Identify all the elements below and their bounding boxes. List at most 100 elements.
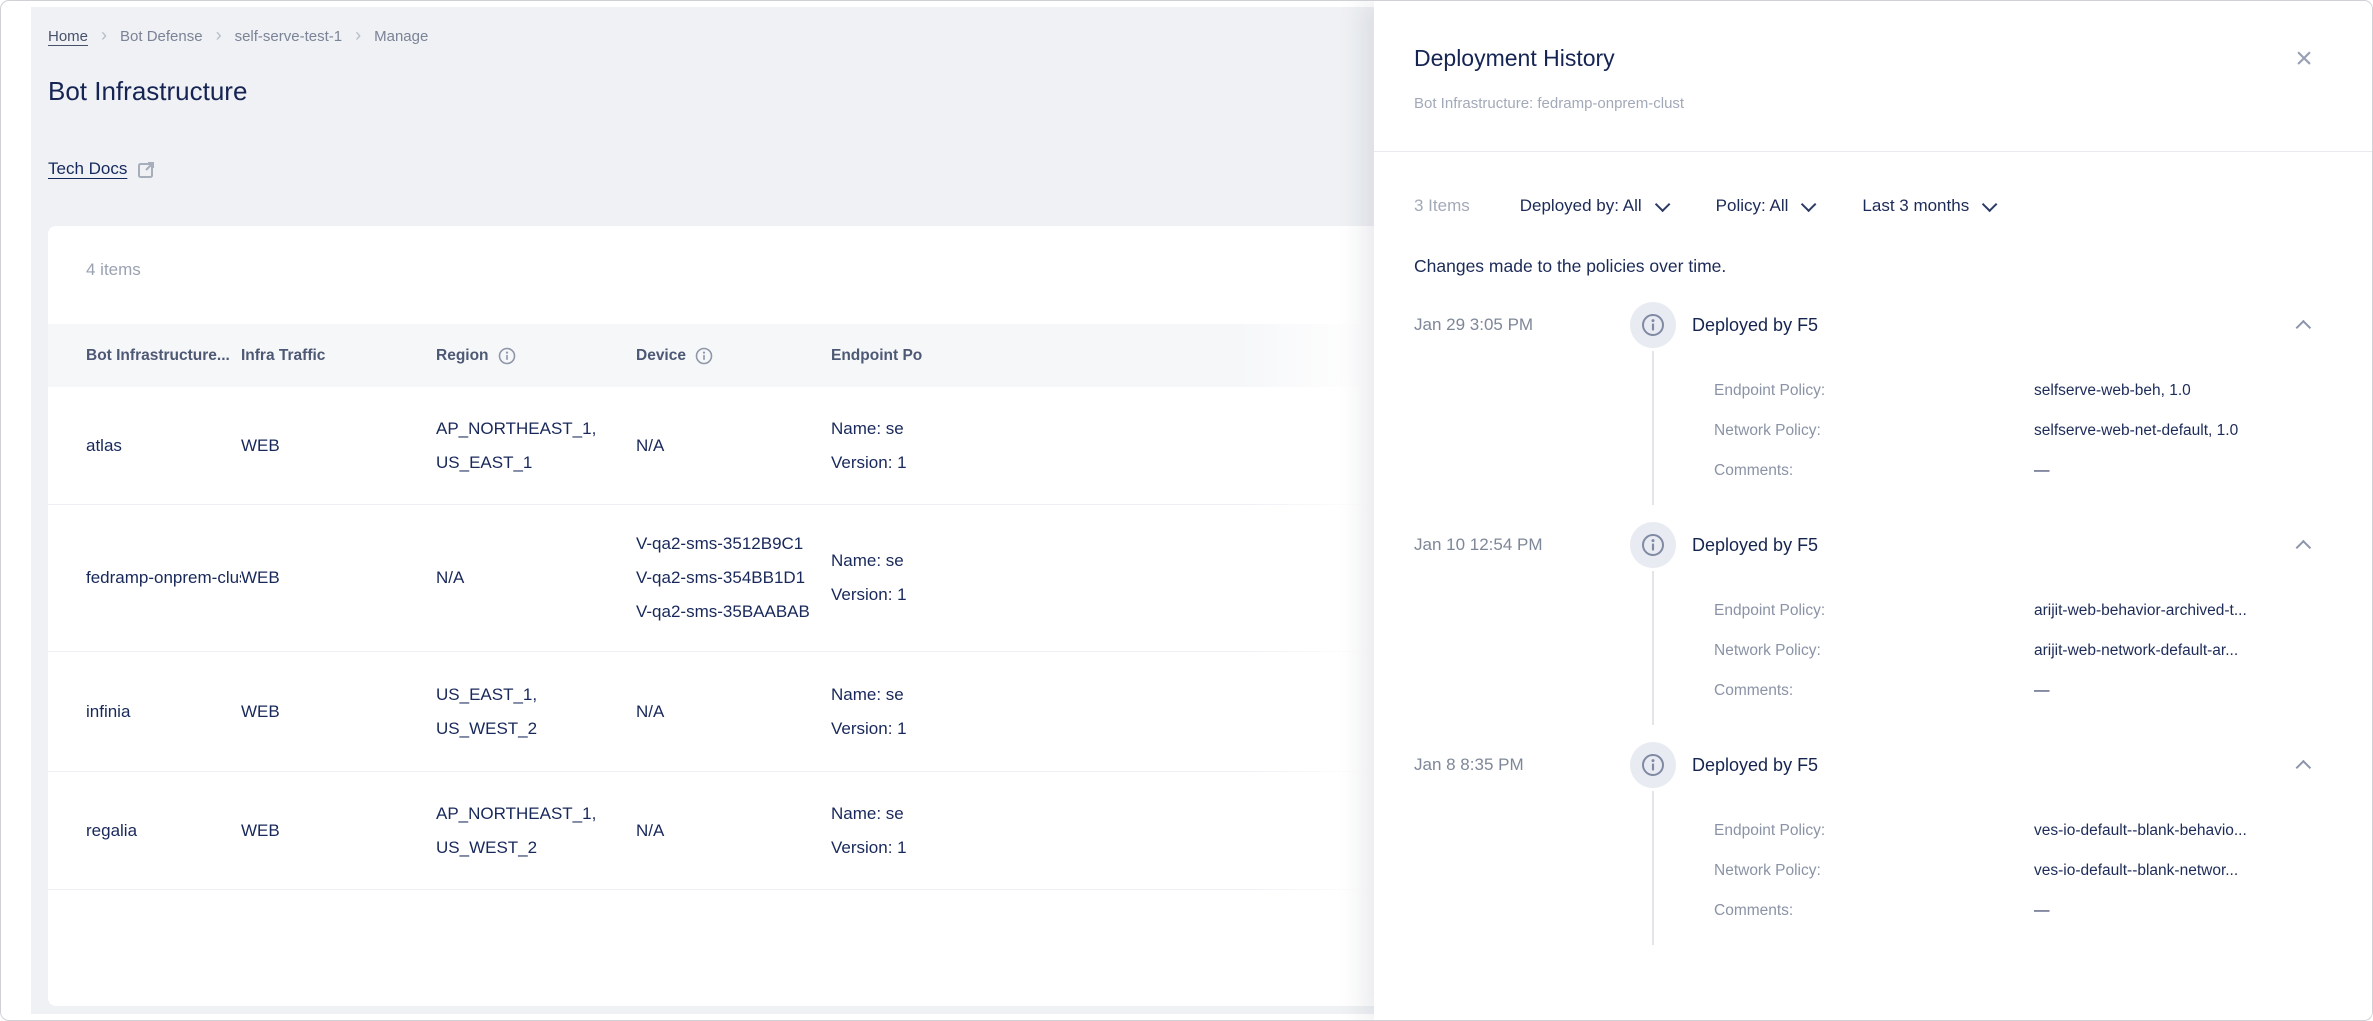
breadcrumb-home[interactable]: Home [48, 28, 88, 45]
breadcrumb: Home › Bot Defense › self-serve-test-1 ›… [48, 27, 428, 45]
cell-device: V-qa2-sms-3512B9C1 V-qa2-sms-354BB1D1 V-… [636, 527, 831, 629]
panel-description: Changes made to the policies over time. [1414, 256, 2332, 277]
info-circle-icon[interactable] [1630, 742, 1676, 788]
timeline-timestamp: Jan 10 12:54 PM [1414, 535, 1630, 555]
detail-label: Network Policy: [1714, 642, 2034, 660]
info-circle-icon[interactable] [1630, 302, 1676, 348]
detail-label: Network Policy: [1714, 862, 2034, 880]
timeline-entry: Jan 29 3:05 PM Deployed by F5 [1414, 291, 2332, 511]
tech-docs-link[interactable]: Tech Docs [48, 159, 127, 179]
breadcrumb-bot-defense[interactable]: Bot Defense [120, 28, 203, 45]
detail-row-endpoint-policy: Endpoint Policy: arijit-web-behavior-arc… [1714, 591, 2332, 631]
timeline-connector [1652, 571, 1654, 725]
cell-device: N/A [636, 695, 831, 729]
timeline-timestamp: Jan 8 8:35 PM [1414, 755, 1630, 775]
detail-label: Comments: [1714, 682, 2034, 700]
deployment-history-panel: Deployment History Bot Infrastructure: f… [1374, 1, 2372, 1020]
timeline-connector [1652, 351, 1654, 505]
timeline-entry-title: Deployed by F5 [1692, 755, 1818, 776]
app-window: Home › Bot Defense › self-serve-test-1 ›… [0, 0, 2373, 1021]
timeline-entry-details: Endpoint Policy: ves-io-default--blank-b… [1714, 811, 2332, 931]
chevron-down-icon [1982, 196, 1998, 212]
filter-deployed-by-label: Deployed by: All [1520, 196, 1642, 216]
collapse-entry-button[interactable] [2292, 532, 2318, 558]
detail-value: — [2034, 682, 2050, 700]
breadcrumb-self-serve-test-1[interactable]: self-serve-test-1 [235, 28, 343, 45]
panel-items-count: 3 Items [1414, 196, 1470, 216]
deployment-timeline: Jan 29 3:05 PM Deployed by F5 [1414, 291, 2332, 951]
detail-value: selfserve-web-net-default, 1.0 [2034, 422, 2238, 440]
chevron-up-icon [2295, 319, 2311, 335]
chevron-up-icon [2295, 759, 2311, 775]
detail-row-network-policy: Network Policy: arijit-web-network-defau… [1714, 631, 2332, 671]
collapse-entry-button[interactable] [2292, 752, 2318, 778]
detail-value: ves-io-default--blank-behavio... [2034, 822, 2247, 840]
column-header-region-label: Region [436, 347, 489, 365]
detail-value: selfserve-web-beh, 1.0 [2034, 382, 2191, 400]
detail-row-endpoint-policy: Endpoint Policy: ves-io-default--blank-b… [1714, 811, 2332, 851]
cell-infra-traffic: WEB [241, 695, 436, 729]
timeline-entry-details: Endpoint Policy: arijit-web-behavior-arc… [1714, 591, 2332, 711]
filter-deployed-by[interactable]: Deployed by: All [1520, 196, 1666, 216]
detail-label: Comments: [1714, 462, 2034, 480]
column-header-region[interactable]: Region [436, 347, 636, 365]
cell-infra-traffic: WEB [241, 561, 436, 595]
filter-policy[interactable]: Policy: All [1716, 196, 1813, 216]
detail-value: — [2034, 902, 2050, 920]
chevron-down-icon [1654, 196, 1670, 212]
timeline-entry-header[interactable]: Jan 29 3:05 PM Deployed by F5 [1414, 301, 2332, 349]
panel-header: Deployment History Bot Infrastructure: f… [1374, 1, 2372, 152]
cell-region: AP_NORTHEAST_1, US_EAST_1 [436, 412, 636, 480]
detail-label: Network Policy: [1714, 422, 2034, 440]
panel-subtitle: Bot Infrastructure: fedramp-onprem-clust [1414, 95, 1684, 112]
page-title: Bot Infrastructure [48, 76, 247, 107]
detail-row-endpoint-policy: Endpoint Policy: selfserve-web-beh, 1.0 [1714, 371, 2332, 411]
close-icon[interactable]: × [2288, 43, 2320, 75]
filter-bar: 3 Items Deployed by: All Policy: All Las… [1414, 184, 2332, 228]
chevron-up-icon [2295, 539, 2311, 555]
detail-row-comments: Comments: — [1714, 451, 2332, 491]
timeline-connector [1652, 791, 1654, 945]
filter-policy-label: Policy: All [1716, 196, 1789, 216]
detail-value: arijit-web-network-default-ar... [2034, 642, 2238, 660]
column-header-bot-infrastructure[interactable]: Bot Infrastructure... [86, 347, 241, 365]
column-header-device-label: Device [636, 347, 686, 365]
info-icon[interactable] [695, 347, 713, 365]
cell-bot-infrastructure-name: atlas [86, 429, 241, 463]
column-header-infra-traffic[interactable]: Infra Traffic [241, 347, 436, 365]
detail-label: Comments: [1714, 902, 2034, 920]
column-header-device[interactable]: Device [636, 347, 831, 365]
cell-bot-infrastructure-name: regalia [86, 814, 241, 848]
filter-time-range[interactable]: Last 3 months [1862, 196, 1993, 216]
cell-region: US_EAST_1, US_WEST_2 [436, 678, 636, 746]
chevron-down-icon [1801, 196, 1817, 212]
collapse-entry-button[interactable] [2292, 312, 2318, 338]
detail-row-comments: Comments: — [1714, 891, 2332, 931]
timeline-entry-title: Deployed by F5 [1692, 535, 1818, 556]
timeline-entry: Jan 8 8:35 PM Deployed by F5 [1414, 731, 2332, 951]
detail-label: Endpoint Policy: [1714, 822, 2034, 840]
detail-label: Endpoint Policy: [1714, 602, 2034, 620]
chevron-right-icon: › [355, 26, 361, 44]
filter-time-range-label: Last 3 months [1862, 196, 1969, 216]
detail-row-comments: Comments: — [1714, 671, 2332, 711]
timeline-timestamp: Jan 29 3:05 PM [1414, 315, 1630, 335]
breadcrumb-manage: Manage [374, 28, 428, 45]
detail-row-network-policy: Network Policy: selfserve-web-net-defaul… [1714, 411, 2332, 451]
info-icon[interactable] [498, 347, 516, 365]
panel-body: 3 Items Deployed by: All Policy: All Las… [1374, 184, 2372, 951]
detail-value: ves-io-default--blank-networ... [2034, 862, 2238, 880]
panel-title: Deployment History [1414, 45, 1615, 72]
cell-bot-infrastructure-name: infinia [86, 695, 241, 729]
cell-region: AP_NORTHEAST_1, US_WEST_2 [436, 797, 636, 865]
timeline-entry: Jan 10 12:54 PM Deployed by F5 [1414, 511, 2332, 731]
chevron-right-icon: › [101, 26, 107, 44]
cell-device: N/A [636, 429, 831, 463]
info-circle-icon[interactable] [1630, 522, 1676, 568]
timeline-entry-header[interactable]: Jan 10 12:54 PM Deployed by F5 [1414, 521, 2332, 569]
chevron-right-icon: › [216, 26, 222, 44]
detail-label: Endpoint Policy: [1714, 382, 2034, 400]
cell-infra-traffic: WEB [241, 814, 436, 848]
timeline-entry-details: Endpoint Policy: selfserve-web-beh, 1.0 … [1714, 371, 2332, 491]
timeline-entry-header[interactable]: Jan 8 8:35 PM Deployed by F5 [1414, 741, 2332, 789]
